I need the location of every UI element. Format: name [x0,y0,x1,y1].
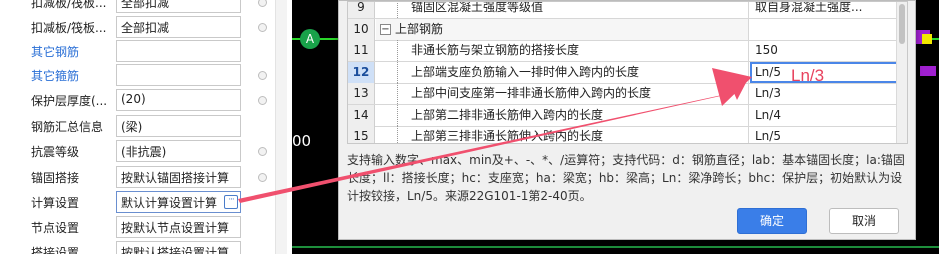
grid-row[interactable]: 9 锚固区混凝土强度等级值 取自身混凝土强度... [348,1,907,19]
setting-name-cell: 上部端支座负筋输入一排时伸入跨内的长度 [376,61,749,83]
property-value-field[interactable] [116,40,241,62]
property-value-text: 默认计算设置计算 [121,196,218,210]
row-number: 9 [348,2,375,18]
property-label: 钢筋汇总信息 [31,120,104,134]
setting-name-text: 上部第三排非通长筋伸入跨内的长度 [411,129,604,143]
property-value-field[interactable]: (20) [116,89,241,111]
column-marker [922,34,932,44]
property-value-field[interactable]: 默认计算设置计算 ··· [116,191,241,213]
property-row[interactable]: 扣减板/筏板... 全部扣减 [0,0,300,15]
setting-value-cell[interactable]: 取自身混凝土强度... [750,2,907,18]
property-label: 保护层厚度(... [31,94,108,108]
property-row[interactable]: 节点设置 按默认节点设置计算 [0,216,300,240]
property-row[interactable]: 扣减板/筏板... 全部扣减 [0,16,300,40]
property-value-text: (非抗震) [121,145,167,159]
setting-name-text: 上部第二排非通长筋伸入跨内的长度 [411,107,604,122]
property-value-field[interactable]: (梁) [116,115,241,137]
calc-settings-dialog: 9 锚固区混凝土强度等级值 取自身混凝土强度... 10− 上部钢筋 11 非通长筋与架立钢… [338,0,916,240]
setting-name-text: 上部中间支座第一排非通长筋伸入跨内的长度 [411,86,652,100]
setting-value-cell[interactable] [750,19,907,40]
property-value-text: 按默认锚固搭接计算 [121,171,230,185]
property-row[interactable]: 其它箍筋 [0,64,300,88]
property-value-field[interactable] [116,64,241,86]
setting-name-cell: 上部第二排非通长筋伸入跨内的长度 [376,104,749,126]
property-row[interactable]: 计算设置 默认计算设置计算 ··· [0,191,300,215]
property-label: 锚固搭接 [31,171,80,185]
setting-name-text: 上部端支座负筋输入一排时伸入跨内的长度 [411,64,640,79]
grid-scrollbar[interactable] [896,2,907,143]
property-value-field[interactable]: 全部扣减 [116,0,241,13]
canvas-dimension-text: 00 [292,132,312,150]
property-value-field[interactable]: 按默认搭接设置计算 [116,241,241,254]
cancel-button[interactable]: 取消 [829,208,899,234]
grid-row[interactable]: 10− 上部钢筋 [348,18,907,41]
group-name-cell: − 上部钢筋 [376,18,749,40]
axis-marker: A [300,29,320,49]
property-label: 扣减板/筏板... [31,21,107,35]
property-row[interactable]: 保护层厚度(... (20) [0,89,300,113]
setting-name-cell: 上部第三排非通长筋伸入跨内的长度 [376,126,749,143]
property-label: 节点设置 [31,221,80,235]
property-value-field[interactable]: 全部扣减 [116,16,241,38]
property-value-field[interactable]: (非抗震) [116,140,241,162]
grid-row[interactable]: 13 上部中间支座第一排非通长筋伸入跨内的长度 Ln/3 [348,83,907,105]
property-value-text: (20) [121,92,146,106]
row-number: 10 [348,18,375,40]
pin-radio[interactable] [258,23,267,32]
property-row[interactable]: 抗震等级 (非抗震) [0,140,300,164]
grid-row[interactable]: 15 上部第三排非通长筋伸入跨内的长度 Ln/5 [348,126,907,143]
pin-radio[interactable] [258,147,267,156]
setting-name-cell: 非通长筋与架立钢筋的搭接长度 [376,40,749,61]
setting-value-input[interactable]: Ln/5 [750,61,907,83]
property-row[interactable]: 钢筋汇总信息 (梁) [0,115,300,139]
setting-name-cell: 锚固区混凝土强度等级值 [376,1,749,18]
row-number: 11 [348,40,375,61]
property-value-field[interactable]: 按默认锚固搭接计算 [116,166,241,188]
grid-axis-line [292,246,939,248]
setting-name-text: 非通长筋与架立钢筋的搭接长度 [411,43,580,57]
setting-value-cell[interactable]: 150 [750,40,907,61]
row-number: 13 [348,83,375,104]
property-label: 其它箍筋 [31,69,80,83]
property-row[interactable]: 搭接设置 按默认搭接设置计算 [0,241,300,254]
property-label: 计算设置 [31,196,80,210]
property-row[interactable]: 锚固搭接 按默认锚固搭接计算 [0,166,300,190]
property-panel: 扣减板/筏板... 全部扣减 扣减板/筏板... 全部扣减 其它钢筋 其它箍筋 保护层厚度(… [0,0,300,254]
collapse-icon[interactable]: − [380,23,391,35]
property-value-text: 全部扣减 [121,21,170,35]
setting-name-text: 锚固区混凝土强度等级值 [411,1,544,14]
property-value-field[interactable]: 按默认节点设置计算 [116,216,241,238]
row-number: 15 [348,126,375,143]
row-number: 12 [348,61,375,83]
property-label: 抗震等级 [31,145,80,159]
grid-row[interactable]: 11 非通长筋与架立钢筋的搭接长度 150 [348,40,907,62]
property-label: 搭接设置 [31,246,80,254]
setting-name-cell: 上部中间支座第一排非通长筋伸入跨内的长度 [376,83,749,104]
pin-radio[interactable] [258,0,267,7]
setting-value-cell[interactable]: Ln/4 [750,105,907,126]
property-value-text: 按默认搭接设置计算 [121,246,230,254]
pin-radio[interactable] [258,173,267,182]
setting-value-cell[interactable]: Ln/3 [750,83,907,104]
property-row[interactable]: 其它钢筋 [0,40,300,64]
pin-radio[interactable] [258,96,267,105]
property-label: 其它钢筋 [31,45,80,59]
beam-marker [920,66,936,76]
ok-button[interactable]: 确定 [737,208,807,234]
annotation-label: Ln/3 [791,66,825,85]
property-panel-scrollbar[interactable] [275,0,287,254]
ellipsis-button[interactable]: ··· [224,195,238,209]
setting-value-cell[interactable]: Ln/5 [750,126,907,143]
grid-scrollbar-thumb[interactable] [899,4,905,44]
grid-row[interactable]: 14 上部第二排非通长筋伸入跨内的长度 Ln/4 [348,104,907,127]
property-value-text: 全部扣减 [121,0,170,10]
row-number: 14 [348,104,375,126]
property-label: 扣减板/筏板... [31,0,107,10]
pin-radio[interactable] [258,71,267,80]
setting-name-text: 上部钢筋 [395,21,444,36]
property-value-text: (梁) [121,120,143,134]
property-value-text: 按默认节点设置计算 [121,221,230,235]
input-hint-text: 支持输入数字、max、min及+、-、*、/运算符；支持代码：d：钢筋直径；la… [347,153,905,203]
